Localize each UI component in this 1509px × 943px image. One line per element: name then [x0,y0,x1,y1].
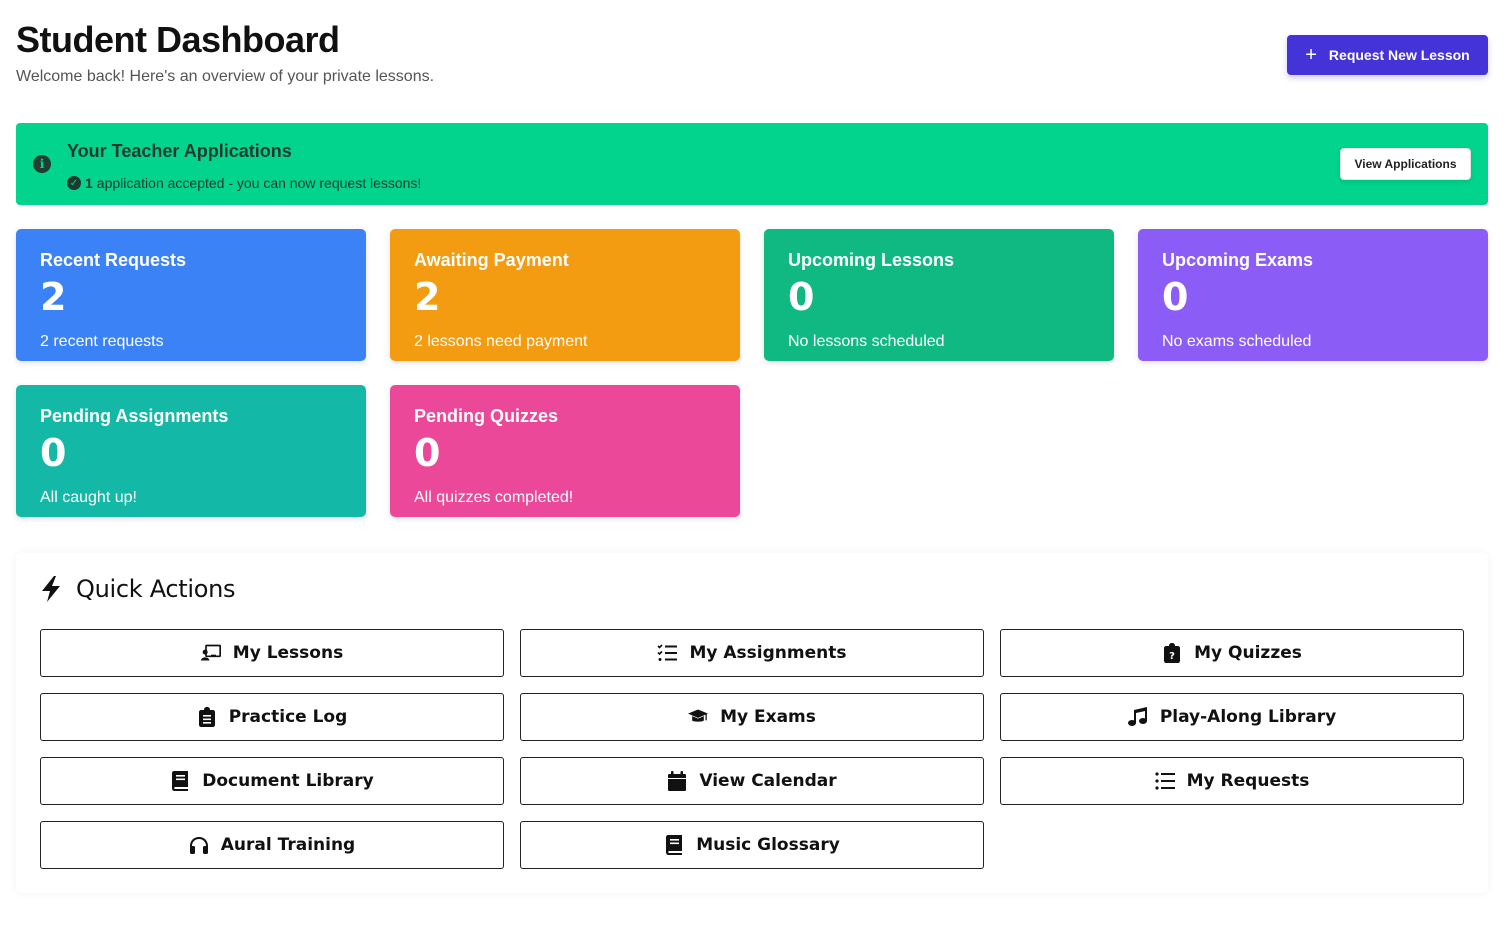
music-note-icon [1127,707,1147,726]
chalkboard-teacher-icon [200,644,221,661]
card-value: 0 [1162,275,1189,319]
page-subtitle: Welcome back! Here's an overview of your… [16,68,435,85]
card-title: Awaiting Payment [414,250,569,270]
card-title: Recent Requests [40,250,187,270]
request-new-lesson-label: Request New Lesson [1328,47,1470,63]
card-value: 2 [414,275,441,319]
stat-card-recent-requests: Recent Requests 2 2 recent requests [16,229,366,361]
checklist-icon [657,644,678,661]
action-label: My Assignments [689,643,847,663]
svg-text:?: ? [1169,651,1175,662]
quick-actions-title: Quick Actions [76,575,236,603]
action-label: My Exams [720,707,816,727]
stat-card-upcoming-lessons: Upcoming Lessons 0 No lessons scheduled [764,229,1114,361]
action-label: Play-Along Library [1159,707,1337,727]
action-label: Practice Log [228,707,348,727]
action-label: View Calendar [699,771,837,791]
card-subtitle: 2 recent requests [40,333,164,350]
card-value: 0 [40,431,67,475]
action-label: My Quizzes [1194,643,1302,663]
action-label: My Requests [1186,771,1310,791]
graduation-cap-icon [688,709,709,722]
card-subtitle: No lessons scheduled [788,333,945,350]
info-icon: i [33,155,51,173]
action-label: Aural Training [220,835,356,855]
check-circle-icon: ✓ [67,176,81,190]
card-title: Pending Quizzes [414,406,559,426]
card-title: Upcoming Lessons [788,250,955,270]
my-requests-button[interactable]: My Requests [1000,757,1464,805]
stat-card-awaiting-payment: Awaiting Payment 2 2 lessons need paymen… [390,229,740,361]
page-header: Student Dashboard Welcome back! Here's a… [16,18,1488,98]
clipboard-question-icon: ? [1164,643,1181,663]
stat-card-pending-assignments: Pending Assignments 0 All caught up! [16,385,366,517]
clipboard-list-icon [198,707,215,727]
card-subtitle: 2 lessons need payment [414,333,588,350]
aural-training-button[interactable]: Aural Training [40,821,504,869]
banner-message-text: application accepted - you can now reque… [96,175,422,191]
page-title: Student Dashboard [16,19,340,60]
view-applications-button[interactable]: View Applications [1340,148,1471,180]
request-new-lesson-button[interactable]: + Request New Lesson [1287,35,1488,75]
card-subtitle: All quizzes completed! [414,489,574,506]
action-label: My Lessons [232,643,344,663]
accepted-count: 1 [85,175,93,191]
stat-card-upcoming-exams: Upcoming Exams 0 No exams scheduled [1138,229,1488,361]
my-quizzes-button[interactable]: ? My Quizzes [1000,629,1464,677]
headphones-icon [189,837,208,854]
banner-message: ✓ 1 application accepted - you can now r… [67,175,421,191]
my-exams-button[interactable]: My Exams [520,693,984,741]
action-label: Document Library [202,771,374,791]
card-value: 0 [414,431,441,475]
quick-actions-header: Quick Actions [40,575,236,603]
card-subtitle: No exams scheduled [1162,333,1312,350]
banner-title: Your Teacher Applications [67,141,292,161]
stat-card-pending-quizzes: Pending Quizzes 0 All quizzes completed! [390,385,740,517]
card-value: 0 [788,275,815,319]
card-value: 2 [40,275,67,319]
view-calendar-button[interactable]: View Calendar [520,757,984,805]
student-dashboard: Student Dashboard Welcome back! Here's a… [0,0,1509,943]
plus-icon: + [1305,44,1317,66]
document-library-button[interactable]: Document Library [40,757,504,805]
action-label: Music Glossary [696,835,840,855]
card-title: Pending Assignments [40,406,229,426]
play-along-library-button[interactable]: Play-Along Library [1000,693,1464,741]
my-assignments-button[interactable]: My Assignments [520,629,984,677]
card-title: Upcoming Exams [1162,250,1314,270]
book-icon [666,835,683,855]
quick-actions-panel: Quick Actions My Lessons My Assignments [16,553,1488,893]
practice-log-button[interactable]: Practice Log [40,693,504,741]
list-icon [1155,772,1175,790]
book-icon [172,771,189,791]
teacher-applications-banner: i Your Teacher Applications ✓ 1 applicat… [16,123,1488,205]
card-subtitle: All caught up! [40,489,137,506]
bolt-icon [42,576,60,602]
calendar-icon [668,771,687,791]
my-lessons-button[interactable]: My Lessons [40,629,504,677]
music-glossary-button[interactable]: Music Glossary [520,821,984,869]
